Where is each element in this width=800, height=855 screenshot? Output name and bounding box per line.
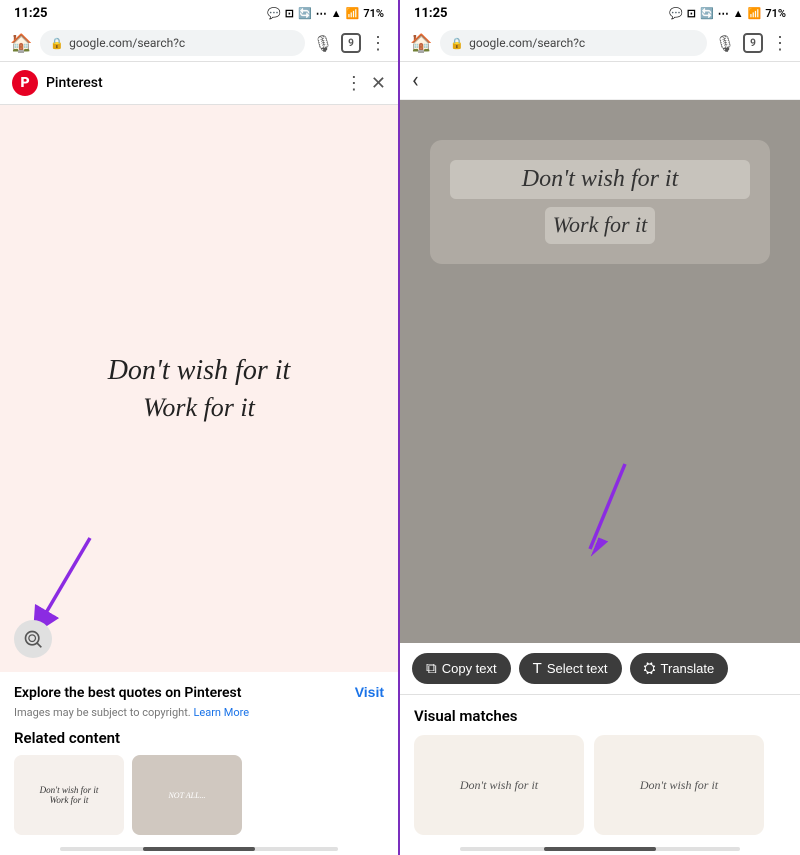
thumbnail-1: Don't wish for itWork for it	[14, 755, 124, 835]
pinterest-title: Pinterest	[46, 75, 337, 91]
left-phone-panel: 11:25 💬 ⊡ 🔄 ⋯ ▲ 📶 71% 🏠 🔒 google.com/sea…	[0, 0, 400, 855]
related-title: Related content	[14, 729, 384, 747]
battery-left: 71%	[363, 7, 384, 20]
action-buttons-bar: ⧉ Copy text T Select text ⛭ Translate	[400, 643, 800, 695]
r-battery: 71%	[765, 7, 786, 20]
vpn-icon: 🔄	[298, 7, 312, 20]
r-lock-icon: 🔒	[450, 37, 464, 50]
r-signal-bars: 📶	[748, 7, 762, 20]
right-browser-bar: 🏠 🔒 google.com/search?c 🎙 9 ⋮	[400, 25, 800, 62]
left-bottom-content: Explore the best quotes on Pinterest Vis…	[0, 672, 398, 847]
quote-display: Don't wish for it Work for it	[88, 331, 311, 447]
r-wifi-icon: ▲	[733, 7, 744, 20]
wifi-icon: ▲	[331, 7, 342, 20]
signal-bars: 📶	[346, 7, 360, 20]
banner-close-icon[interactable]: ✕	[371, 73, 386, 94]
thumbnails-row: Don't wish for itWork for it NOT ALL...	[14, 755, 384, 835]
right-status-icons: 💬 ⊡ 🔄 ⋯ ▲ 📶 71%	[669, 7, 786, 20]
match-thumb-2[interactable]: Don't wish for it	[594, 735, 764, 835]
r-home-icon[interactable]: 🏠	[410, 33, 432, 54]
lens-image-area: Don't wish for it Work for it	[400, 100, 800, 643]
back-bar: ‹	[400, 62, 800, 100]
pinterest-banner: P Pinterest ⋮ ✕	[0, 62, 398, 105]
screen-icon: ⊡	[285, 7, 294, 20]
r-url-bar[interactable]: 🔒 google.com/search?c	[440, 30, 706, 56]
google-lens-button[interactable]	[14, 620, 52, 658]
right-phone-panel: 11:25 💬 ⊡ 🔄 ⋯ ▲ 📶 71% 🏠 🔒 google.com/sea…	[400, 0, 800, 855]
lock-icon: 🔒	[50, 37, 64, 50]
quote-line2: Work for it	[108, 390, 291, 426]
match-thumb-2-text: Don't wish for it	[634, 772, 724, 799]
copyright-text: Images may be subject to copyright. Lear…	[14, 706, 384, 719]
text-icon: T	[533, 660, 542, 677]
right-status-bar: 11:25 💬 ⊡ 🔄 ⋯ ▲ 📶 71%	[400, 0, 800, 25]
learn-more-link[interactable]: Learn More	[193, 706, 249, 719]
mic-icon[interactable]: 🎙	[313, 34, 333, 53]
visual-matches-title: Visual matches	[414, 707, 786, 725]
explore-title: Explore the best quotes on Pinterest	[14, 684, 355, 702]
right-scroll-indicator	[460, 847, 740, 851]
right-time: 11:25	[414, 6, 448, 21]
r-url-text: google.com/search?c	[469, 36, 585, 50]
copy-text-label: Copy text	[442, 661, 497, 676]
copy-icon: ⧉	[426, 660, 437, 677]
pinterest-logo: P	[12, 70, 38, 96]
r-screen-icon: ⊡	[687, 7, 696, 20]
r-chat-icon: ⋯	[718, 7, 729, 20]
url-text: google.com/search?c	[69, 36, 185, 50]
lens-selection-box: Don't wish for it Work for it	[430, 140, 770, 264]
chat-icon: ⋯	[316, 7, 327, 20]
message-icon: 💬	[267, 7, 281, 20]
select-text-button[interactable]: T Select text	[519, 653, 622, 684]
match-thumb-1[interactable]: Don't wish for it	[414, 735, 584, 835]
left-scroll-indicator	[60, 847, 338, 851]
r-tab-count-badge[interactable]: 9	[743, 33, 763, 53]
translate-button[interactable]: ⛭ Translate	[630, 653, 729, 684]
select-text-label: Select text	[547, 661, 608, 676]
back-icon[interactable]: ‹	[412, 68, 419, 93]
left-time: 11:25	[14, 6, 48, 21]
left-image-area: Don't wish for it Work for it	[0, 105, 398, 672]
r-browser-menu-icon[interactable]: ⋮	[771, 33, 790, 54]
r-mic-icon[interactable]: 🎙	[715, 34, 735, 53]
banner-menu-icon[interactable]: ⋮	[345, 73, 363, 94]
browser-menu-icon[interactable]: ⋮	[369, 33, 388, 54]
visit-button[interactable]: Visit	[355, 684, 384, 700]
left-status-bar: 11:25 💬 ⊡ 🔄 ⋯ ▲ 📶 71%	[0, 0, 398, 25]
home-icon[interactable]: 🏠	[10, 33, 32, 54]
visual-matches-section: Visual matches Don't wish for it Don't w…	[400, 695, 800, 847]
quote-line1: Don't wish for it	[108, 351, 291, 390]
left-browser-bar: 🏠 🔒 google.com/search?c 🎙 9 ⋮	[0, 25, 398, 62]
explore-row: Explore the best quotes on Pinterest Vis…	[14, 684, 384, 702]
translate-label: Translate	[661, 661, 715, 676]
thumbnail-2: NOT ALL...	[132, 755, 242, 835]
match-thumbs-row: Don't wish for it Don't wish for it	[414, 735, 786, 835]
tab-count-badge[interactable]: 9	[341, 33, 361, 53]
copy-text-button[interactable]: ⧉ Copy text	[412, 653, 511, 684]
match-thumb-1-text: Don't wish for it	[454, 772, 544, 799]
translate-icon: ⛭	[644, 660, 656, 677]
r-message-icon: 💬	[669, 7, 683, 20]
lens-quote-line1: Don't wish for it	[450, 160, 750, 199]
left-status-icons: 💬 ⊡ 🔄 ⋯ ▲ 📶 71%	[267, 7, 384, 20]
lens-quote-line2: Work for it	[545, 207, 656, 244]
r-vpn-icon: 🔄	[700, 7, 714, 20]
url-bar[interactable]: 🔒 google.com/search?c	[40, 30, 304, 56]
lens-icon	[23, 629, 43, 649]
